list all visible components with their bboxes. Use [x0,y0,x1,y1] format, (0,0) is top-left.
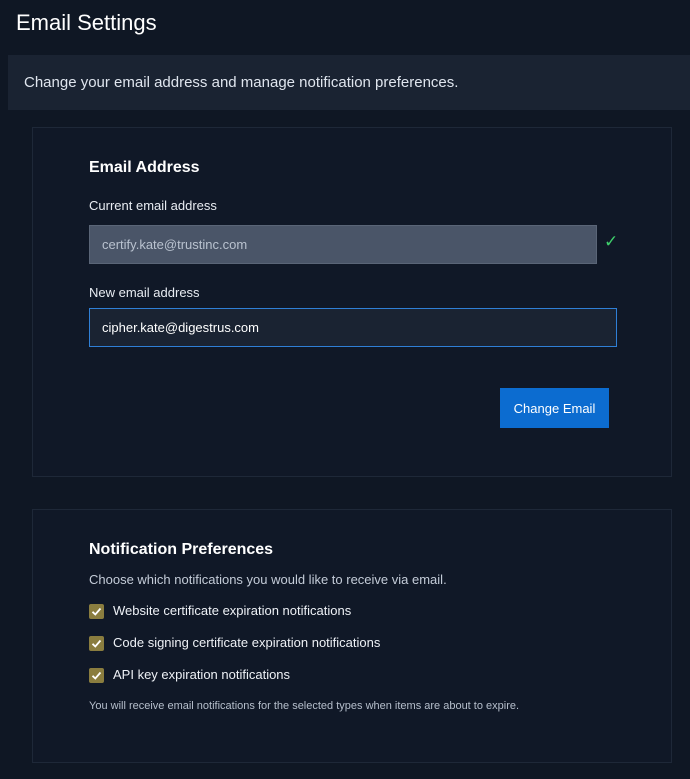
current-email-label: Current email address [89,198,217,213]
checkmark-icon [91,671,102,680]
email-settings-page: Email Settings Change your email address… [0,0,690,779]
checkbox-api-key[interactable] [89,667,104,683]
notification-section-title: Notification Preferences [89,541,274,558]
option-label: Code signing certificate expiration noti… [113,635,381,650]
option-label: Website certificate expiration notificat… [113,603,352,618]
checkbox-code-signing-cert[interactable] [89,635,104,651]
checkbox-website-cert[interactable] [89,603,104,619]
notification-description: Choose which notifications you would lik… [89,572,447,587]
notification-preferences-card: Notification Preferences Choose which no… [32,509,672,763]
check-icon: ✓ [604,232,619,251]
page-title: Email Settings [16,10,157,35]
banner-text: Change your email address and manage not… [24,74,459,91]
checkmark-icon [91,639,102,648]
info-banner: Change your email address and manage not… [8,55,690,110]
notification-footnote: You will receive email notifications for… [89,700,520,712]
email-section-title: Email Address [89,159,200,176]
new-email-label: New email address [89,285,200,300]
option-label: API key expiration notifications [113,667,291,682]
option-code-signing-cert[interactable]: Code signing certificate expiration noti… [89,634,380,652]
change-email-button[interactable]: Change Email [500,388,609,428]
option-api-key[interactable]: API key expiration notifications [89,666,290,684]
email-address-card: Email Address Current email address ✓ Ne… [32,127,672,477]
option-website-cert[interactable]: Website certificate expiration notificat… [89,602,351,620]
current-email-field [89,225,597,264]
new-email-field[interactable] [89,308,617,347]
checkmark-icon [91,607,102,616]
